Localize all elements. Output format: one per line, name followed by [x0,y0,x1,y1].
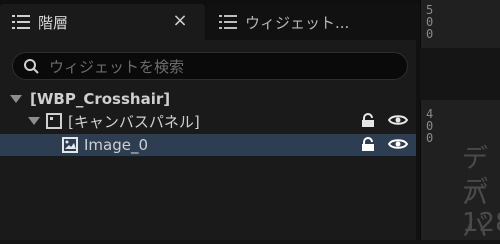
image-icon [62,137,78,153]
lock-icon[interactable] [360,136,378,152]
list-icon [219,15,237,29]
search-input[interactable]: ウィジェットを検索 [12,52,408,80]
eye-icon[interactable] [388,136,408,152]
search-icon [24,59,39,74]
tab-bar: 階層 × ウィジェット... [0,0,420,40]
tab-widgets[interactable]: ウィジェット... [207,4,420,40]
tree-row-canvas[interactable]: [キャンバスパネル] [0,110,416,132]
row-icons [360,112,408,128]
tab-label: ウィジェット... [245,13,350,32]
ruler-digits-top: 5 0 0 [426,4,440,40]
canvas-panel-icon [46,113,62,129]
list-icon [12,15,30,29]
ruler-digit: 0 [426,27,434,41]
ruler-digits-bottom: 4 0 0 [426,108,440,144]
expand-arrow-icon[interactable] [28,117,40,125]
expand-arrow-icon[interactable] [10,95,22,103]
lock-icon[interactable] [360,112,378,128]
hierarchy-panel: 階層 × ウィジェット... ウィジェットを検索 [WBP_Crosshair] [0,0,420,240]
eye-icon[interactable] [388,112,408,128]
row-icons [360,136,408,152]
tree-label-root: [WBP_Crosshair] [30,90,171,108]
tab-hierarchy[interactable]: 階層 × [0,4,205,40]
ruler-digit: 0 [426,131,434,145]
close-icon[interactable]: × [171,12,189,30]
tree-label-canvas: [キャンバスパネル] [68,112,200,131]
search-placeholder: ウィジェットを検索 [49,57,185,76]
canvas-overlay-number: 128 [462,208,500,238]
tree-row-root[interactable]: [WBP_Crosshair] [0,88,416,110]
tab-label: 階層 [38,13,69,32]
tree-label-image: Image_0 [84,136,149,154]
tree-row-image[interactable]: Image_0 [0,134,416,156]
